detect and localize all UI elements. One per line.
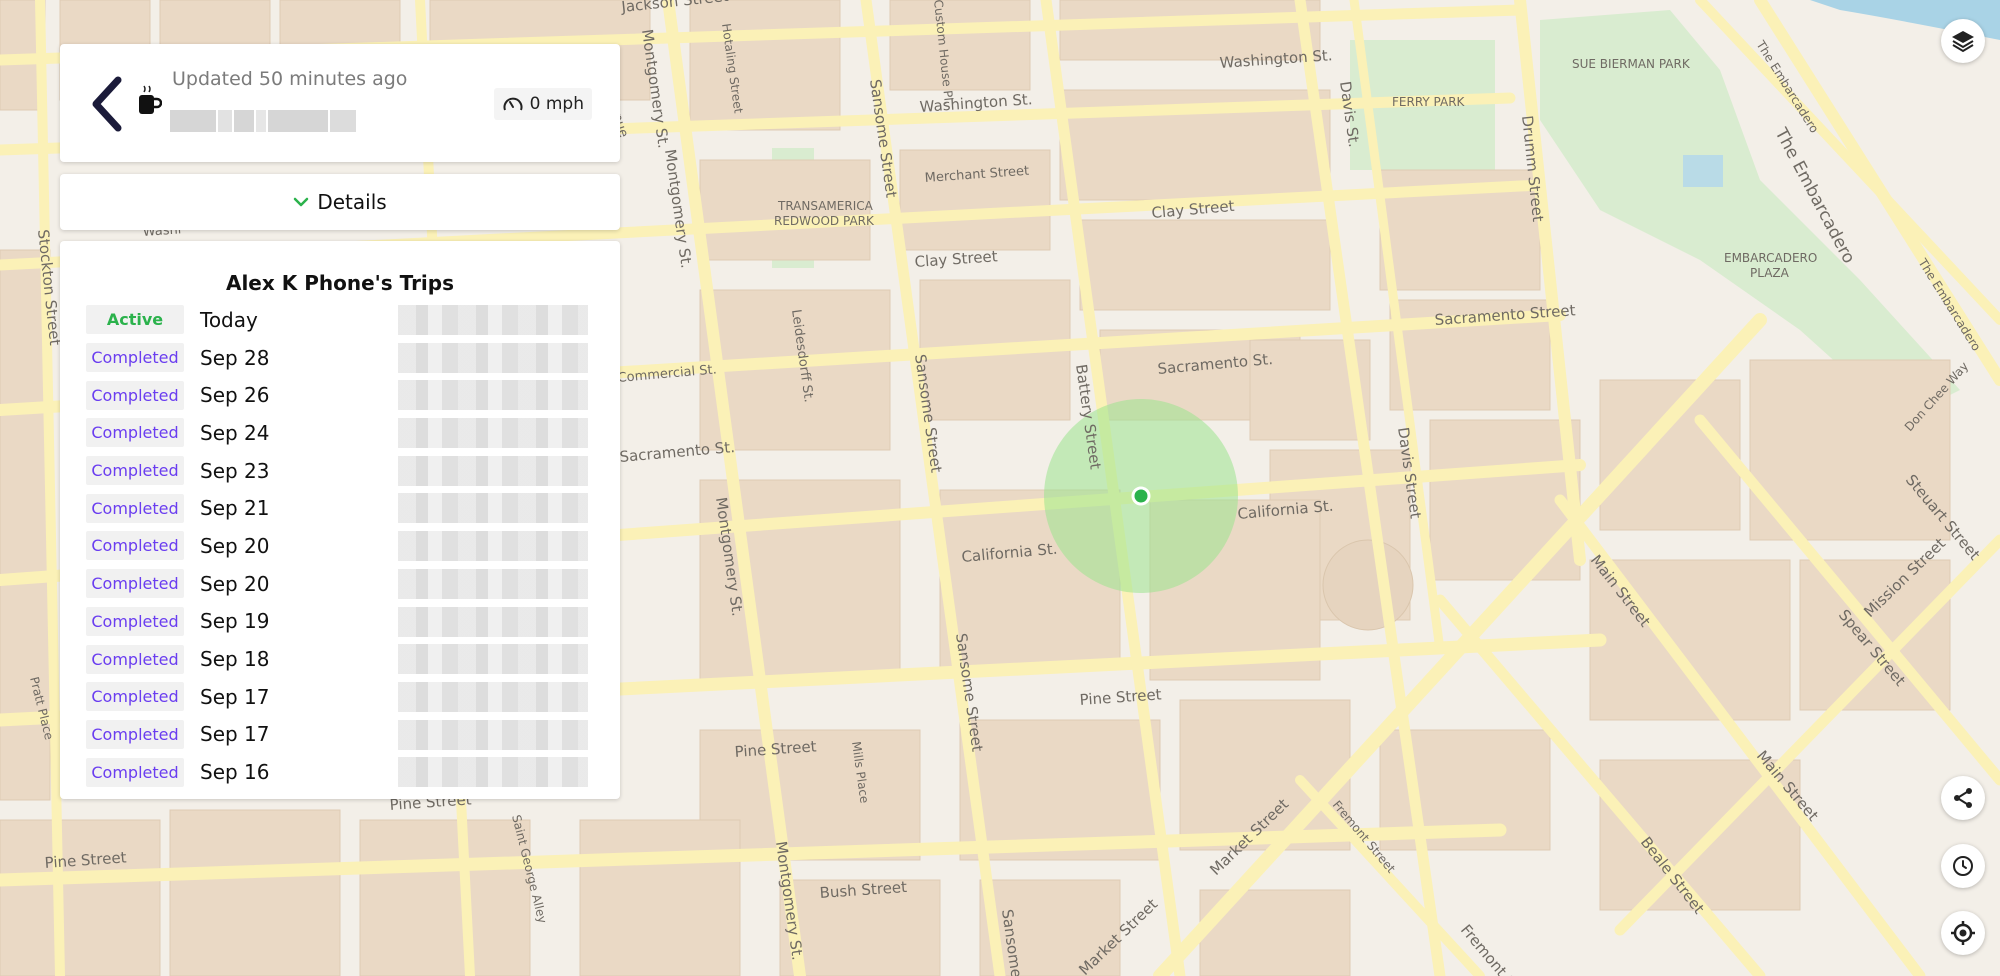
trip-date: Sep 23 — [200, 458, 270, 483]
details-toggle-bar[interactable]: Details — [60, 174, 620, 230]
park-label: REDWOOD PARK — [774, 214, 875, 228]
speedometer-icon — [503, 97, 523, 111]
trip-row[interactable]: Completed Sep 26 — [86, 376, 608, 414]
speed-value: 0 mph — [529, 94, 584, 114]
trip-row[interactable]: Completed Sep 21 — [86, 489, 608, 527]
share-button[interactable] — [1941, 776, 1985, 820]
trip-date: Sep 17 — [200, 722, 270, 747]
trip-route-redacted — [398, 380, 588, 411]
park-label: SUE BIERMAN PARK — [1572, 57, 1691, 71]
history-button[interactable] — [1941, 844, 1985, 888]
trip-route-redacted — [398, 342, 588, 373]
trip-row[interactable]: Completed Sep 17 — [86, 716, 608, 754]
details-button[interactable]: Details — [293, 190, 387, 214]
trip-status-badge: Completed — [86, 719, 184, 749]
trip-row[interactable]: Completed Sep 23 — [86, 452, 608, 490]
trip-date: Today — [200, 307, 258, 332]
trip-date: Sep 21 — [200, 496, 270, 521]
trip-row[interactable]: Active Today — [86, 301, 608, 339]
trip-route-redacted — [398, 644, 588, 675]
pond — [1683, 155, 1723, 187]
chevron-left-icon — [92, 76, 122, 132]
trip-route-redacted — [398, 681, 588, 712]
trip-date: Sep 20 — [200, 533, 270, 558]
round-building — [1322, 539, 1414, 631]
trip-status-badge: Completed — [86, 606, 184, 636]
trip-date: Sep 20 — [200, 571, 270, 596]
location-dot[interactable] — [1131, 486, 1151, 506]
trip-status-badge: Completed — [86, 343, 184, 373]
park-label: PLAZA — [1750, 266, 1790, 280]
trip-row[interactable]: Completed Sep 20 — [86, 527, 608, 565]
trip-row[interactable]: Completed Sep 28 — [86, 339, 608, 377]
locate-icon — [1951, 921, 1975, 945]
device-name-redacted — [170, 110, 356, 132]
trip-date: Sep 24 — [200, 420, 270, 445]
device-header-card: Updated 50 minutes ago 0 mph — [60, 44, 620, 162]
trip-status-badge: Completed — [86, 456, 184, 486]
locate-button[interactable] — [1941, 911, 1985, 955]
layers-button[interactable] — [1941, 19, 1985, 63]
trip-route-redacted — [398, 305, 588, 335]
trips-title: Alex K Phone's Trips — [225, 271, 455, 295]
trip-status-badge: Completed — [86, 493, 184, 523]
clock-icon — [1953, 856, 1973, 876]
trip-status-badge: Completed — [86, 418, 184, 448]
share-icon — [1954, 788, 1972, 808]
trip-date: Sep 26 — [200, 383, 270, 408]
coffee-cup-icon — [136, 84, 163, 122]
trip-date: Sep 18 — [200, 647, 270, 672]
trip-status-badge: Active — [86, 305, 184, 335]
trip-status-badge: Completed — [86, 644, 184, 674]
trip-row[interactable]: Completed Sep 20 — [86, 565, 608, 603]
layers-icon — [1952, 31, 1974, 53]
trip-route-redacted — [398, 531, 588, 562]
trip-route-redacted — [398, 493, 588, 524]
trip-route-redacted — [398, 757, 588, 788]
trip-route-redacted — [398, 418, 588, 449]
trip-date: Sep 28 — [200, 345, 270, 370]
trip-route-redacted — [398, 568, 588, 599]
trip-row[interactable]: Completed Sep 17 — [86, 678, 608, 716]
trip-route-redacted — [398, 606, 588, 637]
chevron-down-icon — [294, 197, 309, 207]
trip-status-badge: Completed — [86, 531, 184, 561]
trip-list: Active Today Completed Sep 28 Completed Sep 2… — [86, 301, 608, 791]
last-updated-text: Updated 50 minutes ago — [172, 68, 408, 90]
trip-date: Sep 19 — [200, 609, 270, 634]
details-label: Details — [317, 190, 387, 214]
park-label: TRANSAMERICA — [777, 199, 874, 213]
trip-date: Sep 17 — [200, 684, 270, 709]
trips-panel: Alex K Phone's Trips Active Today Complete… — [60, 241, 620, 799]
trip-status-badge: Completed — [86, 380, 184, 410]
trip-status-badge: Completed — [86, 682, 184, 712]
trip-status-badge: Completed — [86, 569, 184, 599]
trip-route-redacted — [398, 455, 588, 486]
park-label: EMBARCADERO — [1724, 251, 1817, 265]
trip-row[interactable]: Completed Sep 24 — [86, 414, 608, 452]
park-label: FERRY PARK — [1392, 95, 1466, 109]
trip-date: Sep 16 — [200, 760, 270, 785]
trip-route-redacted — [398, 719, 588, 750]
back-button[interactable] — [84, 74, 134, 134]
trip-status-badge: Completed — [86, 757, 184, 787]
trip-row[interactable]: Completed Sep 18 — [86, 640, 608, 678]
trip-row[interactable]: Completed Sep 19 — [86, 603, 608, 641]
speed-badge: 0 mph — [493, 88, 592, 120]
trip-row[interactable]: Completed Sep 16 — [86, 753, 608, 791]
